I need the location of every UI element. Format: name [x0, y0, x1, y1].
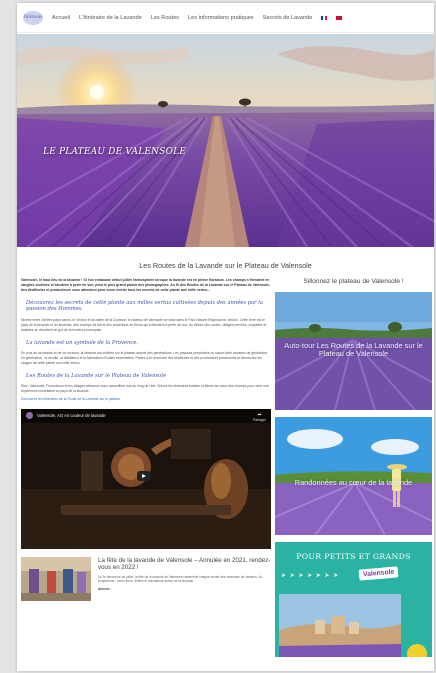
article-text: Le 3e dimanche de juillet, la fête de la… — [98, 574, 263, 584]
card-auto-tour[interactable]: Auto-tour Les Routes de la Lavande sur l… — [275, 292, 432, 410]
video-share-button[interactable]: ➦ Partager — [253, 412, 266, 422]
article-title[interactable]: La fête de la lavande de Valensole – Ann… — [98, 557, 271, 572]
promo-brand: Valensole — [358, 566, 399, 581]
section-heading-symbol: La lavande est un symbole de la Provence… — [26, 339, 138, 346]
article-body: La fête de la lavande de Valensole – Ann… — [98, 557, 271, 601]
article-thumbnail[interactable] — [21, 556, 91, 601]
intro-paragraph: Valensole, le haut lieu de la lavande ! … — [21, 278, 270, 292]
video-player[interactable]: Valensole, AO en couleur de lavande ➦ Pa… — [21, 408, 271, 549]
play-button-icon[interactable] — [137, 470, 151, 481]
section-heading-routes: Les Routes de la Lavande sur le Plateau … — [26, 372, 167, 379]
hero-lavender-image — [17, 34, 434, 247]
article-more-label: Annexe : — [98, 586, 112, 591]
nav-item-itinerary[interactable]: L'Itinéraire de la Lavande — [79, 15, 142, 21]
site-logo[interactable]: Valensole — [23, 10, 43, 25]
nav-item-home[interactable]: Accueil — [52, 15, 70, 21]
section-text-routes: Riez, Valensole, Puimoisson et les villa… — [21, 384, 269, 393]
news-article: La fête de la lavande de Valensole – Ann… — [21, 556, 271, 601]
main-navigation: Valensole Accueil L'Itinéraire de la Lav… — [17, 3, 434, 33]
logo-text: Valensole — [23, 15, 43, 20]
promo-village-image — [279, 594, 427, 657]
video-title[interactable]: Valensole, AO en couleur de lavande — [37, 413, 106, 418]
card-hiking[interactable]: Randonnées au cœur de la lavande — [275, 417, 432, 535]
share-label: Partager — [252, 417, 266, 422]
fish-decoration: ➤ ➤ ➤ ➤ ➤ ➤ ➤ — [281, 573, 340, 579]
page-title: Les Routes de la Lavande sur le Plateau … — [139, 261, 312, 270]
channel-avatar[interactable] — [26, 412, 33, 420]
nav-item-practical-info[interactable]: Les informations pratiques — [188, 15, 254, 21]
nav-item-routes[interactable]: Les Routes — [151, 15, 179, 21]
routes-link[interactable]: Découvrez les itinéraires de la Route de… — [21, 397, 271, 401]
section-text-secrets: Nichée entre l'arrière-pays varois, le V… — [21, 317, 267, 332]
promo-families[interactable]: POUR PETITS ET GRANDS ➤ ➤ ➤ ➤ ➤ ➤ ➤ Vale… — [275, 542, 432, 657]
nav-item-lavender-secrets[interactable]: Secrets de Lavande — [263, 15, 313, 21]
flag-gb-icon[interactable] — [336, 15, 343, 20]
video-header: Valensole, AO en couleur de lavande — [21, 408, 271, 423]
card-hiking-label: Randonnées au cœur de la lavande — [294, 478, 413, 487]
main-content: Les Routes de la Lavande sur le Plateau … — [17, 247, 434, 657]
page-frame: Valensole Accueil L'Itinéraire de la Lav… — [17, 3, 434, 671]
promo-title: POUR PETITS ET GRANDS — [296, 552, 411, 561]
card-auto-tour-label: Auto-tour Les Routes de la Lavande sur l… — [284, 341, 423, 358]
hero-title: LE PLATEAU DE VALENSOLE — [43, 147, 187, 157]
section-text-symbol: En plus de sa beauté et de sa douceur, l… — [21, 350, 268, 365]
section-heading-secrets: Découvrez les secrets de cette plante au… — [26, 300, 263, 313]
hero-banner: LE PLATEAU DE VALENSOLE — [17, 34, 434, 247]
sidebar-title: Sillonnez le plateau de Valensole ! — [303, 278, 404, 285]
content-column: Valensole, le haut lieu de la lavande ! … — [21, 278, 271, 601]
sidebar: Sillonnez le plateau de Valensole ! Auto… — [275, 278, 432, 657]
flag-fr-icon[interactable] — [321, 15, 328, 20]
